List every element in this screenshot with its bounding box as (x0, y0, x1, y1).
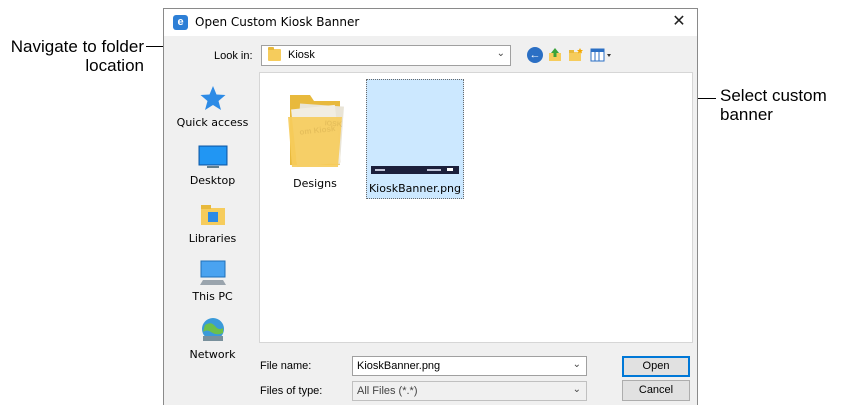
chevron-down-icon: ⌄ (496, 48, 505, 59)
open-button[interactable]: Open (622, 356, 690, 377)
view-menu-icon[interactable] (590, 47, 614, 63)
image-thumbnail-icon (371, 166, 459, 174)
chevron-down-icon: ⌄ (572, 384, 581, 395)
file-type-value: All Files (*.*) (357, 385, 418, 397)
file-list[interactable]: om Kiosk IOSK Designs KioskBanner.png (259, 72, 693, 343)
dialog-title: Open Custom Kiosk Banner (195, 15, 360, 29)
up-folder-icon[interactable] (547, 47, 563, 63)
file-label: Designs (293, 177, 337, 190)
look-in-combo[interactable]: Kiosk ⌄ (261, 45, 511, 66)
close-icon: ✕ (672, 13, 686, 30)
place-network[interactable]: Network (171, 316, 254, 361)
app-icon: e (173, 15, 188, 30)
file-label: KioskBanner.png (368, 182, 462, 195)
place-label: Network (189, 348, 236, 361)
place-label: Libraries (188, 232, 237, 245)
folder-icon (268, 47, 281, 61)
place-quick-access[interactable]: Quick access (171, 84, 254, 129)
place-libraries[interactable]: Libraries (171, 200, 254, 245)
network-icon (201, 318, 224, 341)
file-type-select[interactable]: All Files (*.*) ⌄ (352, 381, 587, 401)
place-this-pc[interactable]: This PC (171, 258, 254, 303)
annotation-select-banner: Select custom banner (720, 86, 827, 124)
file-name-input[interactable]: KioskBanner.png ⌄ (352, 356, 587, 376)
file-name-label: File name: (260, 360, 312, 372)
file-type-label: Files of type: (260, 385, 323, 397)
look-in-label: Look in: (214, 50, 253, 62)
close-button[interactable]: ✕ (667, 11, 691, 33)
look-in-value: Kiosk (288, 49, 315, 61)
folder-icon: om Kiosk IOSK (288, 95, 344, 168)
place-label: This PC (192, 290, 233, 303)
place-desktop[interactable]: Desktop (171, 142, 254, 187)
chevron-down-icon: ⌄ (572, 359, 581, 370)
file-item-designs[interactable]: om Kiosk IOSK Designs (275, 87, 355, 190)
annotation-navigate: Navigate to folder location (10, 37, 144, 75)
quick-access-star-icon (200, 86, 225, 110)
libraries-icon (200, 205, 225, 225)
place-label: Desktop (189, 174, 236, 187)
desktop-icon (198, 145, 227, 168)
this-pc-icon (199, 260, 226, 285)
file-name-value: KioskBanner.png (357, 360, 441, 372)
file-item-kioskbanner[interactable]: KioskBanner.png (366, 79, 464, 199)
title-bar: e Open Custom Kiosk Banner ✕ (164, 9, 697, 36)
open-dialog: e Open Custom Kiosk Banner ✕ Look in: Ki… (163, 8, 698, 405)
place-label: Quick access (176, 116, 249, 129)
places-bar: Quick access Desktop Libraries This PC N… (171, 72, 254, 395)
back-icon[interactable]: ← (527, 47, 543, 63)
new-folder-icon[interactable] (568, 47, 584, 63)
cancel-button[interactable]: Cancel (622, 380, 690, 401)
